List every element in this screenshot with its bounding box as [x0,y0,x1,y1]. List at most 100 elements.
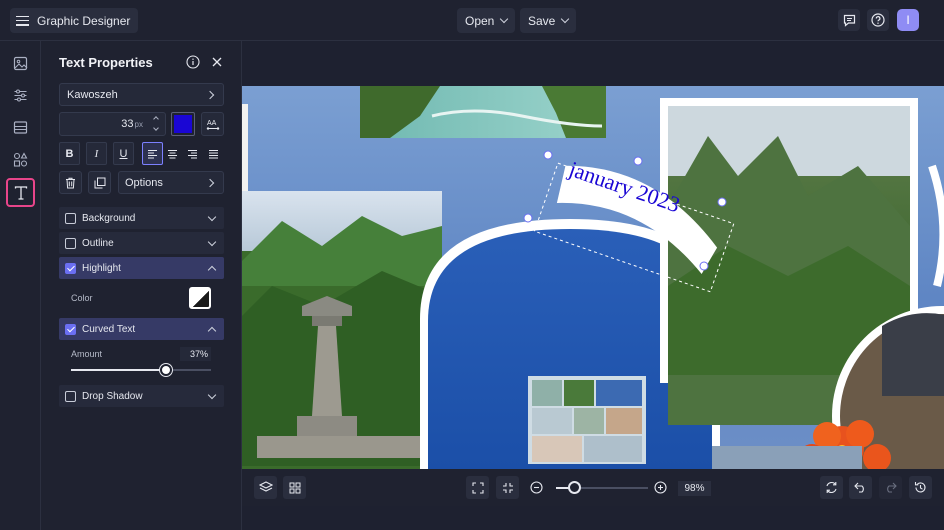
chevron-down-icon [207,237,217,246]
amount-slider-fill [71,369,165,371]
zoom-value[interactable]: 98% [678,481,711,496]
design-canvas[interactable]: january 2023 [242,86,944,469]
highlight-accordion[interactable]: Highlight [59,257,224,279]
fit-screen-button[interactable] [466,476,489,499]
layers-icon [258,481,273,492]
comments-button[interactable] [838,9,860,31]
chevron-down-icon [207,212,217,221]
hamburger-icon [16,15,29,26]
footer-strip [242,506,944,530]
letter-spacing-icon: AA [206,120,219,130]
underline-button[interactable]: U [113,142,134,165]
resize-handle[interactable] [717,197,727,207]
font-selector[interactable]: Kawoszeh [59,83,224,106]
align-justify-icon [209,149,218,158]
grid-icon [289,482,300,493]
chevron-down-icon[interactable] [153,125,159,131]
highlight-color-label: Color [71,293,93,303]
align-right-icon [188,149,197,158]
text-color-swatch[interactable] [171,112,195,136]
font-size-value: 33 [121,118,134,130]
left-rail [0,41,41,530]
italic-button[interactable]: I [86,142,107,165]
zoom-out-icon[interactable] [530,481,543,494]
outline-accordion[interactable]: Outline [59,232,224,254]
highlight-checkbox[interactable] [65,262,76,274]
zoom-in-icon[interactable] [654,481,667,494]
outline-checkbox[interactable] [65,237,76,249]
rail-adjust[interactable] [8,83,33,108]
help-icon [871,13,885,27]
redo-icon [887,482,897,493]
close-icon[interactable] [211,56,223,68]
curved-text-checkbox[interactable] [65,323,76,335]
chevron-down-icon [561,14,570,24]
duplicate-icon [94,177,105,188]
align-left-icon [148,149,157,158]
open-dropdown[interactable]: Open [457,8,516,33]
outline-label: Outline [82,237,114,249]
curved-text-accordion[interactable]: Curved Text [59,318,224,340]
highlight-color-swatch[interactable] [189,287,211,309]
svg-text:AA: AA [207,120,217,127]
adjust-icon [14,89,27,102]
text-icon [14,185,27,200]
save-dropdown[interactable]: Save [520,8,577,33]
redo-button[interactable] [879,476,902,499]
resize-handle[interactable] [699,261,709,271]
drop-shadow-label: Drop Shadow [82,390,143,402]
options-label: Options [125,176,163,189]
align-center-button[interactable] [162,142,183,165]
history-button[interactable] [909,476,932,499]
save-label: Save [528,13,556,28]
font-name: Kawoszeh [67,88,118,101]
delete-button[interactable] [59,171,82,194]
resize-handle[interactable] [543,150,553,160]
drop-shadow-checkbox[interactable] [65,390,76,402]
app-menu-button[interactable]: Graphic Designer [10,8,139,33]
text-properties-panel: Text Properties Kawoszeh 33 px AA B I U O… [41,41,242,530]
amount-label: Amount [71,349,103,359]
align-justify-button[interactable] [203,142,224,165]
background-checkbox[interactable] [65,212,76,224]
rail-text[interactable] [6,178,35,207]
undo-icon [854,482,864,493]
help-button[interactable] [867,9,889,31]
font-size-input[interactable]: 33 px [59,112,166,136]
zoom-slider-handle[interactable] [568,481,581,494]
shrink-button[interactable] [496,476,519,499]
layers-button[interactable] [254,476,277,499]
amount-value[interactable]: 37% [180,347,211,361]
grid-button[interactable] [283,476,306,499]
highlight-label: Highlight [82,262,121,274]
curved-text-label: Curved Text [82,323,136,335]
panel-title: Text Properties [59,55,153,70]
chevron-down-icon [500,14,509,24]
align-right-button[interactable] [182,142,203,165]
open-label: Open [465,13,495,28]
rail-images[interactable] [8,51,33,76]
avatar[interactable]: I [897,9,919,31]
canvas-top-margin [242,41,944,86]
comment-icon [843,14,855,27]
chevron-right-icon [205,178,215,187]
rail-layout[interactable] [8,115,33,140]
options-button[interactable]: Options [118,171,224,194]
collage-artwork[interactable]: january 2023 [242,86,944,469]
font-size-stepper[interactable] [150,115,162,133]
align-left-button[interactable] [142,142,163,165]
duplicate-button[interactable] [88,171,111,194]
expand-icon [471,481,484,494]
resize-handle[interactable] [523,213,533,223]
undo-button[interactable] [849,476,872,499]
rail-elements[interactable] [8,147,33,172]
drop-shadow-accordion[interactable]: Drop Shadow [59,385,224,407]
refresh-button[interactable] [820,476,843,499]
background-accordion[interactable]: Background [59,207,224,229]
rotate-handle[interactable] [633,156,643,166]
info-icon[interactable] [186,55,200,69]
chevron-up-icon[interactable] [153,116,159,122]
bold-button[interactable]: B [59,142,80,165]
text-spacing-button[interactable]: AA [201,112,224,136]
amount-slider-handle[interactable] [160,364,172,376]
